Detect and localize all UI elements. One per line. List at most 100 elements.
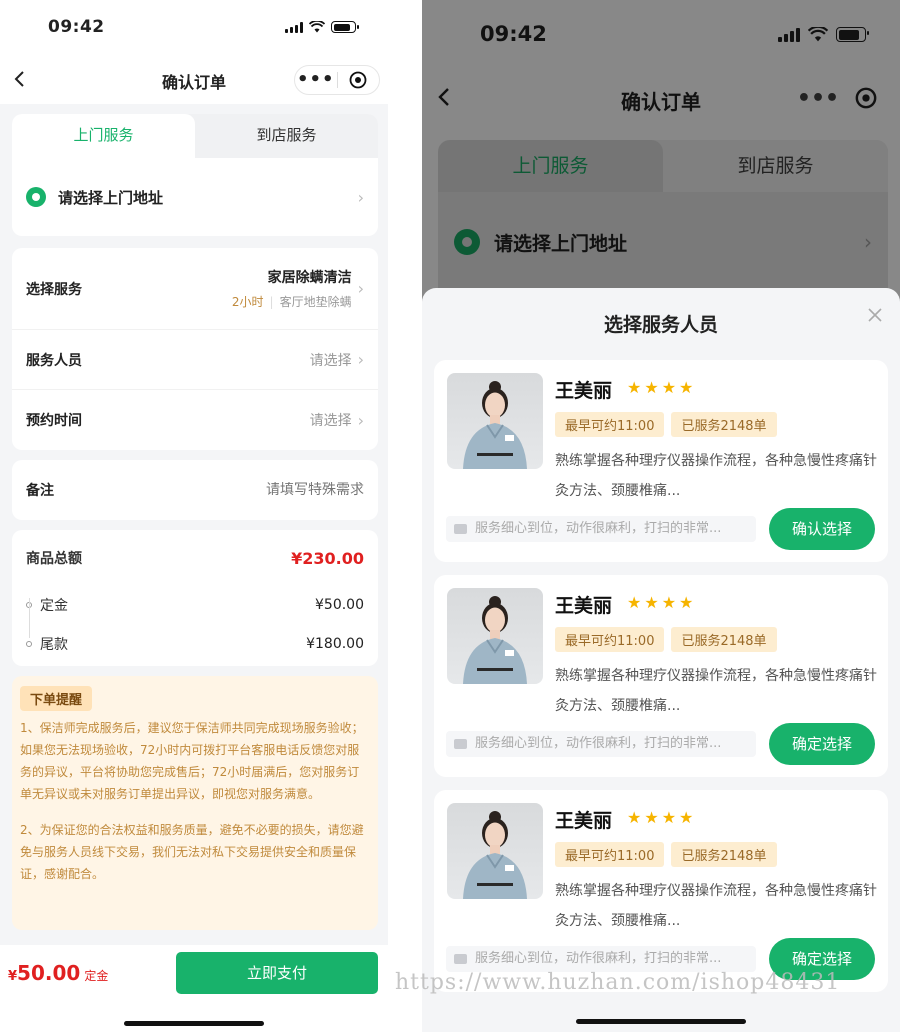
- timeline-dot: [26, 641, 32, 647]
- staff-tags: 最早可约11:00 已服务2148单: [555, 412, 777, 437]
- pay-currency: ¥: [8, 969, 18, 984]
- comment-icon: [454, 739, 467, 749]
- status-time: 09:42: [48, 17, 105, 37]
- staff-review: 服务细心到位，动作很麻利，打扫的非常...: [446, 731, 756, 757]
- served-count-tag: 已服务2148单: [671, 412, 777, 437]
- deposit-row: 定金 ¥50.00: [12, 586, 378, 624]
- address-label: 请选择上门地址: [494, 232, 628, 255]
- served-count-tag: 已服务2148单: [671, 627, 777, 652]
- pay-amount: ¥50.00 定金: [8, 961, 108, 985]
- tab-bar: 上门服务 到店服务: [12, 114, 378, 158]
- service-type-card: 上门服务 到店服务 请选择上门地址 ›: [438, 140, 888, 300]
- staff-review: 服务细心到位，动作很麻利，打扫的非常...: [446, 946, 756, 972]
- sheet-title: 选择服务人员: [603, 314, 718, 336]
- bottom-pay-bar: ¥50.00 定金 立即支付: [0, 945, 388, 1032]
- service-selector[interactable]: 选择服务 家居除螨清洁 2小时 | 客厅地垫除螨 ›: [12, 248, 378, 330]
- staff-select-screen: 09:42 确认订单 ••• 上门服务 到店服务 请选择上门地址 › 选择服务人…: [422, 0, 900, 1032]
- staff-description: 熟练掌握各种理疗仪器操作流程，各种急慢性疼痛针灸方法、颈腰椎痛...: [555, 883, 877, 929]
- status-icons: [285, 21, 359, 33]
- rating-stars-icon: ★★★★: [627, 808, 697, 827]
- remark-row: 备注: [12, 460, 378, 520]
- served-count-tag: 已服务2148单: [671, 842, 777, 867]
- staff-name: 王美丽: [555, 595, 613, 617]
- chevron-right-icon: ›: [357, 279, 364, 298]
- notice-paragraph-1: 1、保洁师完成服务后，建议您于保洁师共同完成现场服务验收；如果您无法现场验收，7…: [20, 721, 364, 801]
- pay-amount-label: 定金: [84, 969, 109, 983]
- service-type-card: 上门服务 到店服务 请选择上门地址 ›: [12, 114, 378, 236]
- appointment-selector[interactable]: 预约时间 请选择 ›: [12, 390, 378, 450]
- staff-select-sheet: 选择服务人员 王美丽 ★★★★ 最早可约11:00 已服务2148单 熟练掌握各…: [422, 288, 900, 1032]
- tab-home-service[interactable]: 上门服务: [438, 140, 663, 192]
- staff-photo: [447, 803, 543, 899]
- comment-icon: [454, 524, 467, 534]
- more-button[interactable]: •••: [295, 66, 337, 94]
- remark-card: 备注: [12, 460, 378, 520]
- battery-icon: [836, 27, 869, 42]
- staff-card: 王美丽 ★★★★ 最早可约11:00 已服务2148单 熟练掌握各种理疗仪器操作…: [434, 790, 888, 992]
- staff-name: 王美丽: [555, 810, 613, 832]
- remark-input[interactable]: [184, 482, 364, 498]
- location-pin-icon: [26, 187, 46, 207]
- staff-value: 请选择: [309, 352, 352, 369]
- tab-store-service[interactable]: 到店服务: [663, 140, 888, 192]
- home-indicator: [124, 1021, 264, 1026]
- close-miniprogram-button[interactable]: [337, 71, 379, 89]
- service-details-card: 选择服务 家居除螨清洁 2小时 | 客厅地垫除螨 › 服务人员 请选择 › 预约时间…: [12, 248, 378, 450]
- review-text: 服务细心到位，动作很麻利，打扫的非常...: [475, 951, 722, 966]
- divider: |: [269, 295, 274, 309]
- target-icon: [855, 87, 877, 109]
- deposit-amount: ¥50.00: [315, 597, 364, 613]
- earliest-time-tag: 最早可约11:00: [555, 412, 665, 437]
- nav-bar: 确认订单 •••: [0, 56, 388, 104]
- timeline-line: [29, 598, 30, 638]
- address-selector[interactable]: 请选择上门地址 ›: [438, 192, 888, 292]
- comment-icon: [454, 954, 467, 964]
- price-card: 商品总额 ¥230.00 定金 ¥50.00 尾款 ¥180.00: [12, 530, 378, 666]
- order-notice: 下单提醒 1、保洁师完成服务后，建议您于保洁师共同完成现场服务验收；如果您无法现…: [12, 676, 378, 930]
- status-time: 09:42: [480, 22, 547, 46]
- signal-icon: [285, 21, 303, 33]
- more-button[interactable]: •••: [794, 86, 842, 111]
- address-selector[interactable]: 请选择上门地址 ›: [12, 158, 378, 236]
- close-icon[interactable]: [866, 306, 884, 324]
- staff-tags: 最早可约11:00 已服务2148单: [555, 627, 777, 652]
- confirm-select-button[interactable]: 确定选择: [769, 723, 875, 765]
- pay-now-button[interactable]: 立即支付: [176, 952, 378, 994]
- nav-bar: 确认订单 •••: [422, 70, 900, 126]
- tab-home-service[interactable]: 上门服务: [12, 114, 195, 158]
- chevron-right-icon: ›: [864, 230, 872, 254]
- status-icons: [778, 27, 869, 42]
- page: 09:42 确认订单 ••• 上门服务 到店服务 请选择上门地址 › 选择服务 …: [0, 0, 900, 1032]
- wifi-icon: [808, 27, 828, 42]
- confirm-select-button[interactable]: 确认选择: [769, 508, 875, 550]
- service-summary: 家居除螨清洁 2小时 | 客厅地垫除螨: [232, 267, 352, 310]
- service-duration: 2小时: [231, 295, 264, 309]
- location-pin-icon: [454, 229, 480, 255]
- watermark: https://www.huzhan.com/ishop48431: [395, 970, 841, 995]
- close-miniprogram-button[interactable]: [842, 87, 890, 109]
- balance-label: 尾款: [40, 637, 68, 653]
- staff-tags: 最早可约11:00 已服务2148单: [555, 842, 777, 867]
- address-label: 请选择上门地址: [58, 188, 164, 207]
- service-subinfo: 2小时 | 客厅地垫除螨: [232, 293, 352, 310]
- status-bar: 09:42: [0, 0, 388, 56]
- staff-card: 王美丽 ★★★★ 最早可约11:00 已服务2148单 熟练掌握各种理疗仪器操作…: [434, 360, 888, 562]
- status-bar: 09:42: [422, 0, 900, 64]
- home-indicator: [576, 1019, 746, 1024]
- service-detail: 客厅地垫除螨: [279, 295, 352, 309]
- staff-selector[interactable]: 服务人员 请选择 ›: [12, 330, 378, 390]
- signal-icon: [778, 27, 800, 42]
- review-text: 服务细心到位，动作很麻利，打扫的非常...: [475, 736, 722, 751]
- remark-label: 备注: [26, 483, 54, 499]
- appointment-label: 预约时间: [26, 413, 82, 429]
- rating-stars-icon: ★★★★: [627, 593, 697, 612]
- wifi-icon: [309, 21, 325, 33]
- staff-description: 熟练掌握各种理疗仪器操作流程，各种急慢性疼痛针灸方法、颈腰椎痛...: [555, 453, 877, 499]
- balance-amount: ¥180.00: [306, 636, 364, 652]
- balance-row: 尾款 ¥180.00: [12, 624, 378, 664]
- service-label: 选择服务: [26, 281, 82, 298]
- pay-value: 50.00: [17, 961, 81, 985]
- chevron-right-icon: ›: [357, 410, 364, 430]
- tab-store-service[interactable]: 到店服务: [195, 114, 378, 158]
- staff-card: 王美丽 ★★★★ 最早可约11:00 已服务2148单 熟练掌握各种理疗仪器操作…: [434, 575, 888, 777]
